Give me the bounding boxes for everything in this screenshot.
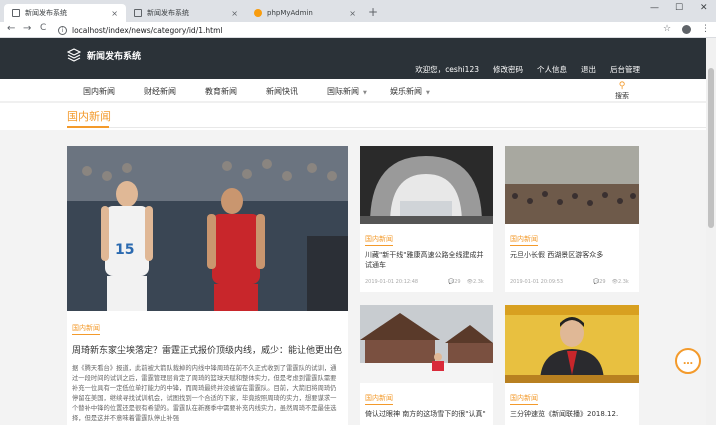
tab-label: phpMyAdmin	[267, 9, 313, 17]
search-button[interactable]: ⚲ 搜索	[615, 81, 629, 101]
eye-icon: 👁2.3k	[466, 279, 484, 285]
site-header: 新闻发布系统 欢迎您，ceshi123 修改密码 个人信息 退出 后台管理	[0, 38, 716, 79]
comment-icon: 💬29	[593, 279, 606, 285]
tab-label: 新闻发布系统	[147, 9, 189, 17]
username: ceshi123	[445, 65, 479, 74]
category-tag[interactable]: 国内新闻	[510, 393, 538, 405]
card-stats: 💬29 👁2.3k	[448, 279, 484, 285]
browser-tab-3[interactable]: phpMyAdmin ×	[246, 4, 364, 22]
phpmyadmin-icon	[254, 9, 262, 17]
search-label: 搜索	[615, 92, 629, 100]
news-card[interactable]: 国内新闻 元旦小长假 西湖景区游客众多 2019-01-01 20:09:53 …	[505, 146, 639, 292]
featured-title[interactable]: 周琦新东家尘埃落定？雷霆正式报价顶级内线，威少：能让他更出色	[72, 343, 342, 356]
forward-button[interactable]: →	[23, 23, 31, 34]
divider	[67, 127, 707, 128]
nav-item-international[interactable]: 国际新闻 ▼	[327, 86, 367, 97]
news-card[interactable]: 国内新闻 川藏"新干线"雅康高速公路全线建成并试通车 2019-01-01 20…	[360, 146, 493, 292]
nav-item-flash[interactable]: 新闻快讯	[266, 86, 298, 97]
back-button[interactable]: ←	[7, 23, 15, 34]
profile-link[interactable]: 个人信息	[537, 64, 567, 75]
snow-village-image	[360, 305, 493, 383]
close-window-button[interactable]: ✕	[700, 3, 708, 13]
category-tag[interactable]: 国内新闻	[72, 323, 100, 335]
news-card[interactable]: 国内新闻 倚认过眼神 南方的这场雪下的很"认真"	[360, 305, 493, 425]
comment-icon: 💬29	[448, 279, 461, 285]
category-nav: 国内新闻 财经新闻 教育新闻 新闻快讯 国际新闻 ▼ 娱乐新闻 ▼ ⚲ 搜索	[0, 79, 716, 103]
featured-excerpt: 据《腾天看台》报道，此前被大箭队裁掉的内线中锋周琦在前不久正式收到了雷霆队的试训…	[72, 365, 337, 422]
browser-tab-strip: 新闻发布系统 × 新闻发布系统 × phpMyAdmin × + — ☐ ✕	[0, 0, 716, 22]
nav-item-entertainment[interactable]: 娱乐新闻 ▼	[390, 86, 430, 97]
featured-news-card[interactable]: 15 国内新闻 周琦新东家尘埃落定？雷霆正式报价顶级内线，威少：能让他更出色 据…	[67, 146, 348, 425]
reload-button[interactable]: C	[40, 23, 46, 33]
maximize-button[interactable]: ☐	[675, 3, 683, 13]
new-tab-button[interactable]: +	[368, 5, 378, 19]
close-icon[interactable]: ×	[111, 9, 118, 18]
user-menu: 欢迎您，ceshi123 修改密码 个人信息 退出 后台管理	[415, 64, 640, 75]
browser-menu-icon[interactable]: ⋮	[701, 24, 710, 34]
welcome-text: 欢迎您，ceshi123	[415, 65, 479, 74]
address-bar[interactable]: i localhost/index/news/category/id/1.htm…	[58, 23, 658, 37]
card-stats: 💬29 👁2.3k	[593, 279, 629, 285]
card-title[interactable]: 倚认过眼神 南方的这场雪下的很"认真"	[365, 409, 490, 419]
change-password-link[interactable]: 修改密码	[493, 64, 523, 75]
scrollbar[interactable]	[706, 38, 716, 425]
url-text: localhost/index/news/category/id/1.html	[72, 25, 223, 35]
chat-icon[interactable]: …	[675, 348, 701, 374]
logout-link[interactable]: 退出	[581, 64, 596, 75]
layers-icon	[67, 48, 81, 62]
browser-tab-2[interactable]: 新闻发布系统 ×	[126, 4, 246, 22]
category-tag[interactable]: 国内新闻	[365, 393, 393, 405]
page-icon	[12, 9, 20, 17]
card-date: 2019-01-01 20:12:48	[365, 279, 419, 285]
tab-label: 新闻发布系统	[25, 9, 67, 17]
close-icon[interactable]: ×	[231, 9, 238, 18]
admin-link[interactable]: 后台管理	[610, 64, 640, 75]
close-icon[interactable]: ×	[349, 9, 356, 18]
nav-item-finance[interactable]: 财经新闻	[144, 86, 176, 97]
west-lake-crowd-image	[505, 146, 639, 224]
category-tag[interactable]: 国内新闻	[510, 234, 538, 246]
scrollbar-thumb[interactable]	[708, 68, 714, 228]
tunnel-image	[360, 146, 493, 224]
profile-avatar-icon[interactable]	[682, 25, 691, 37]
card-title[interactable]: 元旦小长假 西湖景区游客众多	[510, 250, 635, 260]
info-icon[interactable]: i	[58, 25, 67, 35]
logo-text: 新闻发布系统	[87, 51, 142, 62]
site-logo[interactable]: 新闻发布系统	[67, 48, 141, 62]
search-icon: ⚲	[618, 81, 626, 91]
nav-item-domestic[interactable]: 国内新闻	[83, 86, 115, 97]
browser-tab-1[interactable]: 新闻发布系统 ×	[4, 4, 126, 22]
nav-item-education[interactable]: 教育新闻	[205, 86, 237, 97]
browser-toolbar: ← → C i localhost/index/news/category/id…	[0, 22, 716, 38]
category-tag[interactable]: 国内新闻	[365, 234, 393, 246]
eye-icon: 👁2.3k	[611, 279, 629, 285]
svg-text:15: 15	[115, 242, 134, 258]
card-title[interactable]: 三分钟速览《新闻联播》2018.12.	[510, 409, 638, 419]
page-title: 国内新闻	[67, 110, 111, 123]
chevron-down-icon: ▼	[363, 90, 367, 96]
speaker-portrait-image	[505, 305, 639, 383]
basketball-players-image: 15	[67, 146, 348, 311]
minimize-button[interactable]: —	[650, 3, 659, 13]
news-card[interactable]: 国内新闻 三分钟速览《新闻联播》2018.12.	[505, 305, 639, 425]
page-icon	[134, 9, 142, 17]
chevron-down-icon: ▼	[426, 90, 430, 96]
card-date: 2019-01-01 20:09:53	[510, 279, 564, 285]
card-title[interactable]: 川藏"新干线"雅康高速公路全线建成并试通车	[365, 250, 490, 270]
bookmark-star-icon[interactable]: ☆	[663, 24, 671, 34]
title-underline	[67, 126, 109, 128]
